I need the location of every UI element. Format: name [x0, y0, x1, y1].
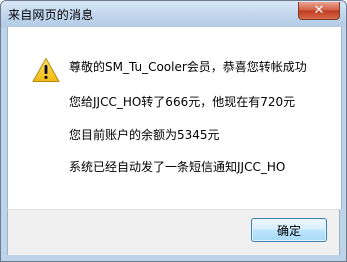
- button-bar: 确定: [7, 209, 340, 255]
- close-icon: ✕: [313, 3, 325, 18]
- dialog-window: 来自网页的消息 ✕ 尊敬的SM_Tu_Cooler会员，恭喜您转帐成功 您给JJ…: [0, 0, 347, 262]
- message-area: 尊敬的SM_Tu_Cooler会员，恭喜您转帐成功 您给JJCC_HO转了666…: [7, 27, 342, 209]
- message-line-1: 尊敬的SM_Tu_Cooler会员，恭喜您转帐成功: [69, 60, 307, 74]
- message-line-4: 系统已经自动发了一条短信通知JJCC_HO: [69, 160, 286, 174]
- warning-icon: [32, 58, 60, 82]
- ok-button[interactable]: 确定: [251, 218, 327, 242]
- message-line-2: 您给JJCC_HO转了666元，他现在有720元: [69, 95, 296, 109]
- close-button[interactable]: ✕: [298, 2, 340, 20]
- dialog-title: 来自网页的消息: [8, 8, 94, 22]
- message-line-3: 您目前账户的余额为5345元: [69, 128, 220, 142]
- title-bar[interactable]: 来自网页的消息 ✕: [1, 1, 346, 27]
